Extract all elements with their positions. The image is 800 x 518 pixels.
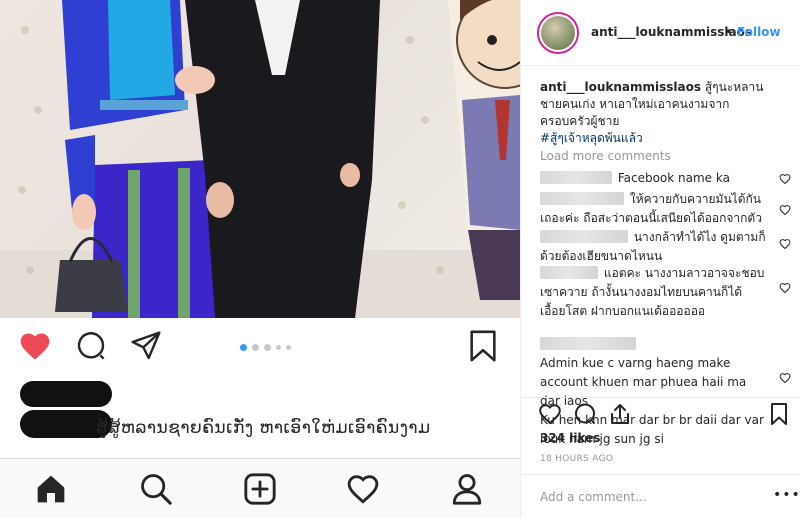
carousel-dot	[252, 344, 259, 351]
comment-like-heart-icon[interactable]	[779, 204, 791, 216]
avatar-image	[541, 16, 575, 50]
blurred-username	[540, 192, 624, 205]
comment-like-heart-icon[interactable]	[779, 282, 791, 294]
add-comment-bar: •••	[521, 474, 800, 518]
comment-like-heart-icon[interactable]	[779, 372, 791, 384]
carousel-dot	[240, 344, 247, 351]
phone-bottom-nav	[0, 458, 520, 518]
follow-button[interactable]: Follow	[737, 25, 781, 39]
like-count[interactable]: 324 likes	[540, 431, 600, 445]
redaction-mark	[20, 381, 112, 407]
post-timestamp: 18 HOURS AGO	[540, 454, 614, 464]
search-icon[interactable]	[136, 469, 176, 509]
separator-dot: •	[725, 25, 733, 39]
photo-illustration	[0, 0, 520, 318]
comment-item: Facebook name ka	[540, 169, 766, 188]
bookmark-icon[interactable]	[767, 402, 791, 426]
carousel-dot	[276, 345, 281, 350]
phone-caption-text: ສູ້ສູ້ຫລານຊາຍຄົນເກັ່ງ ຫາເອົາໃຫ່ມເອົາຄົນງ…	[96, 418, 431, 438]
carousel-dot	[264, 344, 271, 351]
blurred-username	[540, 230, 628, 243]
blurred-username	[540, 266, 598, 279]
comment-text: Facebook name ka	[617, 171, 730, 185]
post-caption: anti___louknammisslaos สู้ๆนะหลานชายคนเก…	[540, 79, 776, 147]
post-action-bar	[521, 397, 800, 427]
post-photo[interactable]	[0, 0, 520, 318]
comment-like-heart-icon[interactable]	[779, 238, 791, 250]
activity-heart-icon[interactable]	[343, 469, 383, 509]
comment-item: นางกล้าทำได้ไง ดูมตามก็ด้วยต้องเฮียขนาดไ…	[540, 228, 766, 266]
profile-icon[interactable]	[447, 469, 487, 509]
caption-hashtag[interactable]: #สู้ๆเจ้าหลุดพ้นแล้ว	[540, 131, 643, 145]
more-options-icon[interactable]: •••	[773, 487, 800, 503]
add-post-icon[interactable]	[240, 469, 280, 509]
comment-like-heart-icon[interactable]	[779, 173, 791, 185]
send-icon[interactable]	[128, 328, 164, 364]
comment-item: Admin kue c varng haeng make account khu…	[540, 316, 766, 449]
comment-icon[interactable]	[573, 402, 597, 426]
phone-caption-area: ສູ້ສູ້ຫລານຊາຍຄົນເກັ່ງ ຫາເອົາໃຫ່ມເອົາຄົນງ…	[0, 378, 520, 456]
comment-icon[interactable]	[73, 328, 109, 364]
heart-filled-icon[interactable]	[17, 328, 53, 364]
share-icon[interactable]	[608, 402, 632, 426]
post-media-area: ສູ້ສູ້ຫລານຊາຍຄົນເກັ່ງ ຫາເອົາໃຫ່ມເອົາຄົນງ…	[0, 0, 520, 518]
post-side-panel: anti___louknammisslaos • Follow anti___l…	[520, 0, 800, 518]
post-header: anti___louknammisslaos • Follow	[521, 0, 800, 66]
carousel-dots	[240, 344, 291, 351]
avatar[interactable]	[537, 12, 579, 54]
add-comment-input[interactable]	[540, 487, 760, 507]
load-more-comments-link[interactable]: Load more comments	[540, 149, 671, 163]
carousel-dot	[286, 345, 291, 350]
blurred-username	[540, 337, 636, 350]
bookmark-icon[interactable]	[465, 328, 501, 364]
home-icon[interactable]	[31, 469, 71, 509]
blurred-username	[540, 171, 612, 184]
comment-item: แอตคะ นางงามลาวอาจจะชอบเซาควาย ถ้างั้นนา…	[540, 264, 766, 321]
heart-icon[interactable]	[538, 402, 562, 426]
phone-action-bar	[0, 318, 520, 378]
caption-username[interactable]: anti___louknammisslaos	[540, 80, 701, 94]
